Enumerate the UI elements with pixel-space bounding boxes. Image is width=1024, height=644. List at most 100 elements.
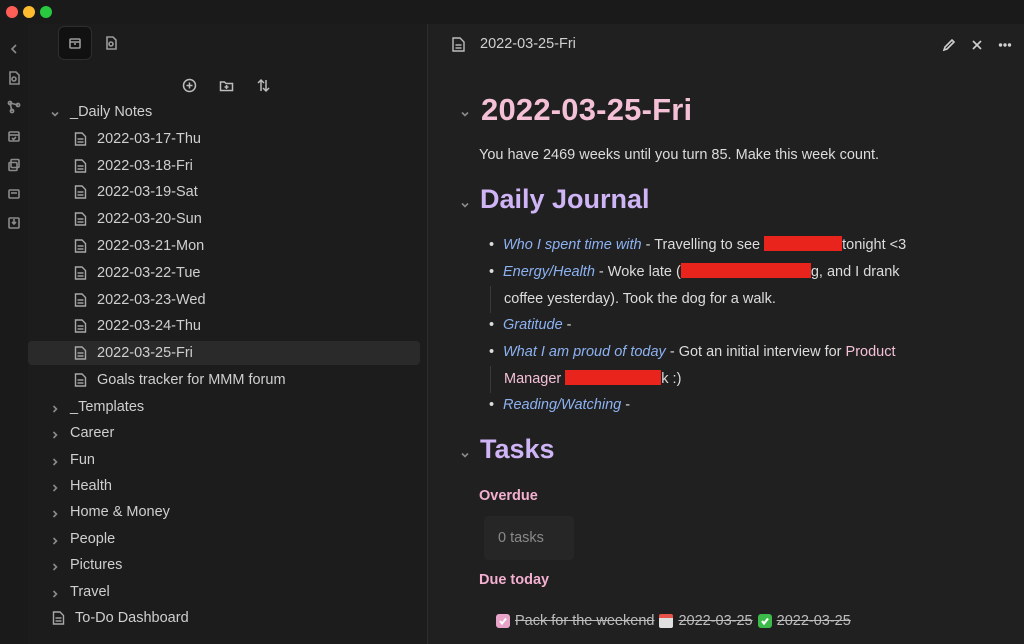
- tree-item-label: _Daily Notes: [70, 104, 153, 120]
- new-note-button[interactable]: [178, 74, 200, 96]
- folder-tree-item[interactable]: Pictures: [28, 553, 420, 577]
- close-icon: [972, 40, 982, 50]
- file-tree-item[interactable]: 2022-03-23-Wed: [28, 288, 420, 312]
- task-item: Pack for the weekend 2022-03-25 2022-03-…: [496, 613, 851, 629]
- editor-pane: 2022-03-25-Fri 2022-03-25-Fri You have 2…: [428, 24, 1024, 644]
- chevron-right-icon: [50, 428, 60, 439]
- task-done-date: 2022-03-25: [776, 613, 851, 629]
- file-tree-item[interactable]: 2022-03-24-Thu: [28, 314, 420, 338]
- tree-item-label: Travel: [70, 583, 110, 600]
- folder-tree-item[interactable]: Travel: [28, 580, 420, 604]
- folder-tree-item[interactable]: _Templates: [28, 395, 420, 419]
- file-icon: [74, 212, 88, 226]
- tree-item-label: Health: [70, 478, 112, 494]
- tree-item-label: 2022-03-25-Fri: [97, 345, 193, 362]
- chevron-right-icon: [50, 455, 60, 466]
- title-bar: [0, 0, 1024, 24]
- minimize-window-button[interactable]: [23, 6, 35, 18]
- chevron-right-icon: [50, 587, 60, 598]
- journal-item-energy-continued: coffee yesterday). Took the dog for a wa…: [490, 286, 990, 313]
- file-icon: [74, 292, 88, 307]
- task-checkbox[interactable]: [496, 614, 510, 628]
- folder-tree-item[interactable]: People: [28, 527, 420, 551]
- tree-item-label: 2022-03-22-Tue: [97, 264, 201, 281]
- tab-file-explorer[interactable]: [58, 26, 92, 60]
- task-text: Pack for the weekend: [515, 613, 655, 629]
- chevron-right-icon: [50, 481, 60, 492]
- calendar-check-icon[interactable]: [5, 127, 23, 145]
- file-icon: [52, 611, 66, 625]
- tree-item-label: 2022-03-20-Sun: [97, 211, 202, 228]
- chevron-right-icon: [50, 402, 60, 413]
- file-icon: [74, 132, 88, 146]
- file-tree-item[interactable]: 2022-03-25-Fri: [28, 341, 420, 366]
- search-file-icon: [106, 36, 117, 50]
- more-options-button[interactable]: [996, 36, 1014, 54]
- task-due-date: 2022-03-25: [678, 613, 753, 629]
- tree-item-label: 2022-03-21-Mon: [97, 238, 205, 254]
- import-icon[interactable]: [5, 214, 23, 232]
- file-tree-item[interactable]: 2022-03-20-Sun: [28, 207, 420, 231]
- folder-plus-icon: [219, 80, 233, 91]
- file-tree-item[interactable]: To-Do Dashboard: [28, 606, 420, 630]
- tree-item-label: _Templates: [70, 398, 145, 415]
- journal-item-who: Who I spent time with - Travelling to se…: [489, 232, 906, 259]
- close-window-button[interactable]: [6, 6, 18, 18]
- calendar-icon: [659, 614, 674, 628]
- collapse-sidebar-icon[interactable]: [5, 40, 23, 58]
- folder-tree-item[interactable]: Career: [28, 421, 420, 445]
- tree-item-label: 2022-03-18-Fri: [97, 157, 193, 174]
- file-icon: [74, 346, 88, 360]
- sidebar-tabs: [28, 24, 428, 64]
- tree-item-label: 2022-03-19-Sat: [97, 184, 198, 201]
- file-tree-item[interactable]: 2022-03-21-Mon: [28, 234, 420, 258]
- journal-item-reading: Reading/Watching -: [489, 392, 630, 419]
- journal-item-energy: Energy/Health - Woke late (g, and I dran…: [489, 259, 899, 286]
- note-title[interactable]: 2022-03-25-Fri: [480, 36, 576, 52]
- fold-heading-icon[interactable]: [460, 197, 470, 208]
- tab-search[interactable]: [94, 26, 128, 60]
- file-icon: [74, 239, 88, 253]
- editor-tab-header: 2022-03-25-Fri: [428, 24, 1024, 66]
- zoom-window-button[interactable]: [40, 6, 52, 18]
- file-icon: [74, 319, 88, 334]
- journal-item-proud: What I am proud of today - Got an initia…: [489, 339, 895, 366]
- file-tree-item[interactable]: 2022-03-22-Tue: [28, 261, 420, 285]
- file-tree-item[interactable]: 2022-03-17-Thu: [28, 127, 420, 151]
- file-icon: [74, 185, 88, 200]
- ribbon: [0, 24, 28, 644]
- tree-item-label: Home & Money: [70, 504, 170, 521]
- slides-icon[interactable]: [5, 185, 23, 203]
- tree-item-label: To-Do Dashboard: [75, 610, 189, 626]
- chevron-right-icon: [50, 507, 60, 518]
- close-note-button[interactable]: [968, 36, 986, 54]
- new-folder-button[interactable]: [215, 74, 237, 96]
- open-quick-switcher-icon[interactable]: [5, 69, 23, 87]
- fold-heading-icon[interactable]: [460, 447, 470, 458]
- copy-icon[interactable]: [5, 156, 23, 174]
- more-icon: [998, 43, 1012, 47]
- pencil-icon: [942, 38, 956, 52]
- folder-tree-item[interactable]: Health: [28, 474, 420, 498]
- file-tree-item[interactable]: Goals tracker for MMM forum: [28, 368, 420, 392]
- file-explorer: _Daily Notes 2022-03-17-Thu 2022-03-18-Fri…: [28, 24, 428, 644]
- check-mark-icon: [757, 614, 772, 628]
- file-tree-item[interactable]: 2022-03-18-Fri: [28, 154, 420, 178]
- redacted-block: [764, 236, 843, 251]
- graph-view-icon[interactable]: [5, 98, 23, 116]
- edit-mode-button[interactable]: [940, 36, 958, 54]
- tree-item-label: Goals tracker for MMM forum: [97, 372, 286, 388]
- sort-button[interactable]: [252, 74, 274, 96]
- redacted-block: [680, 263, 811, 278]
- file-tree-item[interactable]: 2022-03-19-Sat: [28, 180, 420, 204]
- page-title: 2022-03-25-Fri: [481, 92, 693, 127]
- tree-item-label: Pictures: [70, 557, 123, 574]
- folder-tree-item[interactable]: Home & Money: [28, 500, 420, 524]
- folder-tree-item[interactable]: _Daily Notes: [28, 100, 420, 124]
- folder-tree-item[interactable]: Fun: [28, 448, 420, 472]
- fold-heading-icon[interactable]: [460, 106, 470, 117]
- chevron-right-icon: [50, 560, 60, 571]
- file-icon: [74, 158, 88, 173]
- chevron-down-icon: [50, 107, 60, 117]
- file-icon: [74, 266, 88, 280]
